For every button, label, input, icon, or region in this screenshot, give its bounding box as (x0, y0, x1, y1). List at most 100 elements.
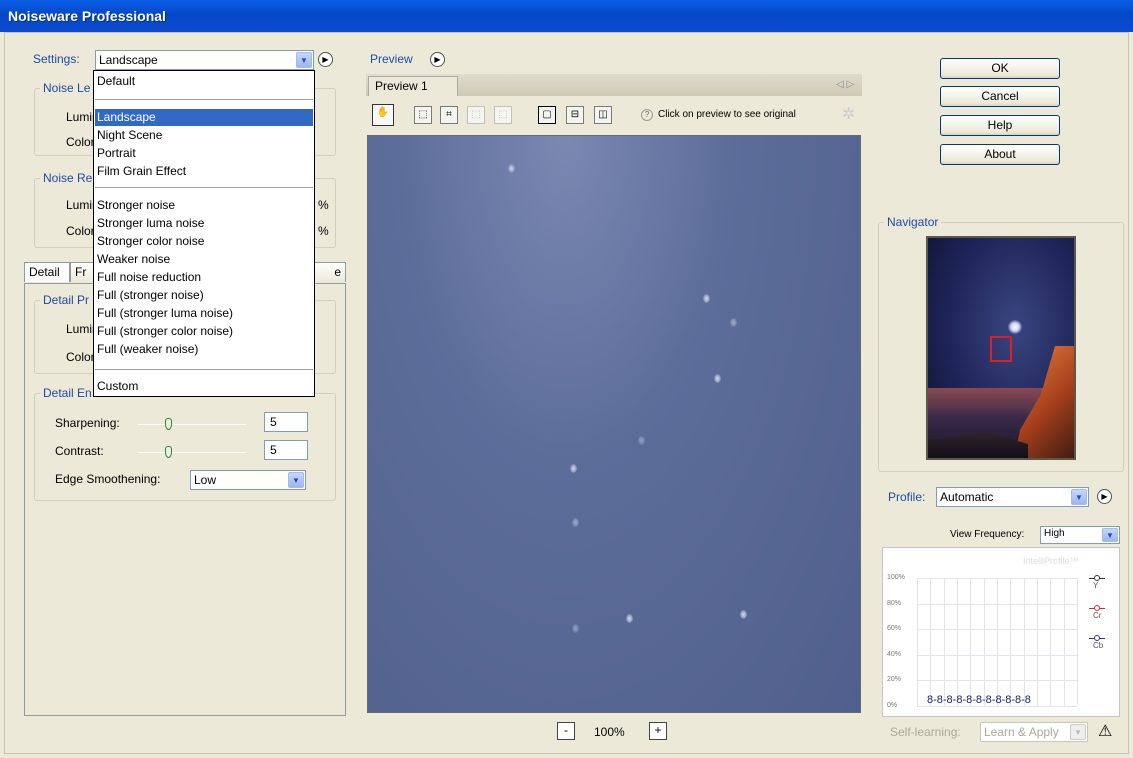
split-vertical-icon[interactable]: ◫ (594, 106, 612, 124)
about-button[interactable]: About (940, 144, 1060, 165)
settings-menu-item[interactable]: Night Scene (95, 127, 313, 144)
moon-glow (1008, 320, 1022, 334)
preview-star (730, 318, 737, 327)
tab-detail[interactable]: Detail (24, 262, 70, 282)
color-percent-unit: % (318, 224, 329, 238)
settings-menu-item[interactable]: Full (stronger color noise) (95, 323, 313, 340)
sharpening-input[interactable]: 5 (264, 412, 308, 432)
settings-menu-item[interactable]: Full (stronger noise) (95, 287, 313, 304)
profile-menu-icon[interactable]: ▶ (1097, 489, 1112, 504)
preview-hint: Click on preview to see original (658, 109, 796, 120)
paste-icon[interactable]: ⬚ (494, 106, 512, 124)
navigator-legend: Navigator (884, 215, 942, 229)
graph-y-tick: 80% (887, 599, 902, 607)
menu-separator (95, 187, 313, 188)
chevron-down-icon[interactable]: ▼ (1102, 528, 1118, 542)
settings-menu-item[interactable]: Landscape (95, 109, 313, 126)
chevron-down-icon[interactable]: ▼ (296, 52, 312, 68)
contrast-input[interactable]: 5 (264, 440, 308, 460)
graph-gridline (970, 578, 972, 706)
graph-gridline (917, 654, 1077, 656)
help-button[interactable]: Help (940, 115, 1060, 136)
graph-gridline (957, 578, 958, 706)
zoom-in-button[interactable]: + (649, 722, 667, 740)
split-horizontal-icon[interactable]: ⊟ (566, 106, 584, 124)
preview-star (638, 436, 645, 445)
profile-select[interactable]: Automatic ▼ (936, 487, 1089, 507)
preview-star (570, 464, 577, 473)
graph-y-tick: 20% (887, 676, 902, 684)
graph-y-tick: 60% (887, 625, 902, 633)
window-title: Noiseware Professional (8, 8, 166, 24)
navigator-viewport-box[interactable] (990, 336, 1012, 362)
learn-apply-select[interactable]: Learn & Apply ▼ (980, 722, 1088, 742)
contrast-slider[interactable] (138, 446, 246, 458)
luma-percent-unit: % (318, 198, 329, 212)
crop-select-icon[interactable]: ⌗ (440, 106, 458, 124)
title-bar: Noiseware Professional (0, 0, 1133, 32)
graph-gridline (917, 629, 1077, 631)
graph-gridline (917, 578, 1077, 579)
chevron-down-icon[interactable]: ▼ (1071, 489, 1087, 505)
help-icon: ? (641, 109, 653, 121)
graph-gridline (1077, 578, 1078, 706)
graph-y-tick: 0% (887, 702, 898, 709)
graph-gridline (917, 578, 918, 706)
preview-star (626, 614, 633, 623)
self-learning-label: Self-learning: (890, 725, 961, 739)
navigator-thumbnail[interactable] (926, 236, 1076, 460)
sharpening-slider[interactable] (138, 418, 246, 430)
graph-y-tick: 100% (887, 574, 905, 581)
settings-menu-item[interactable]: Full (stronger luma noise) (95, 305, 313, 322)
settings-menu-item[interactable]: Stronger luma noise (95, 215, 313, 232)
edge-smoothening-select[interactable]: Low ▼ (190, 470, 306, 490)
preview-star (703, 294, 710, 303)
cancel-button[interactable]: Cancel (940, 86, 1060, 107)
settings-label: Settings: (33, 52, 80, 66)
settings-menu-item[interactable]: Stronger noise (95, 197, 313, 214)
settings-select[interactable]: Landscape ▼ (95, 50, 314, 70)
zoom-out-button[interactable]: - (557, 722, 575, 740)
zoom-level: 100% (594, 725, 625, 739)
single-view-icon[interactable]: ▢ (538, 106, 556, 124)
profile-label: Profile: (888, 490, 926, 504)
preview-menu-icon[interactable]: ▶ (430, 52, 445, 67)
settings-menu-item[interactable]: Default (95, 73, 313, 90)
settings-menu-item[interactable]: Custom (95, 378, 313, 395)
graph-gridline (1050, 578, 1052, 706)
ok-button[interactable]: OK (940, 58, 1060, 79)
profile-graph: IntelliProfile™ 100% 80% 60% 40% 20% 0% Y Cr Cb 8… (882, 547, 1120, 717)
sharpening-slider-thumb[interactable] (165, 418, 172, 430)
settings-menu-item[interactable]: Film Grain Effect (95, 163, 313, 180)
settings-menu-item[interactable]: Weaker noise (95, 251, 313, 268)
tab-scroll-arrows[interactable]: ◁ ▷ (836, 79, 854, 90)
graph-gridline (1037, 578, 1038, 706)
detail-protection-legend: Detail Pr (40, 293, 93, 307)
hand-tool-icon[interactable]: ✋ (372, 104, 394, 126)
chevron-down-icon[interactable]: ▼ (288, 472, 304, 488)
chevron-down-icon[interactable]: ▼ (1070, 724, 1086, 740)
contrast-slider-thumb[interactable] (165, 446, 172, 458)
settings-gear-icon[interactable]: ✲ (842, 104, 855, 124)
view-frequency-select[interactable]: High ▼ (1040, 526, 1120, 544)
frequency-bars[interactable]: 8-8-8-8-8-8-8-8-8-8-8 (927, 694, 1031, 706)
graph-gridline (930, 578, 932, 706)
settings-menu-item[interactable]: Full noise reduction (95, 269, 313, 286)
edge-smoothening-label: Edge Smoothening: (55, 472, 161, 486)
channel-legend-label: Cb (1093, 641, 1104, 650)
graph-gridline (1063, 578, 1065, 706)
tab-preview-1[interactable]: Preview 1 (368, 76, 458, 96)
preview-star (572, 518, 579, 527)
marquee-icon[interactable]: ⬚ (414, 106, 432, 124)
settings-menu-icon[interactable]: ▶ (318, 52, 333, 67)
graph-gridline (997, 578, 998, 706)
graph-gridline (917, 706, 1077, 707)
copy-icon[interactable]: ⬚ (467, 106, 485, 124)
preview-image[interactable] (367, 135, 861, 713)
settings-menu-item[interactable]: Full (weaker noise) (95, 341, 313, 358)
preview-star (508, 164, 515, 173)
settings-menu-item[interactable]: Portrait (95, 145, 313, 162)
graph-gridline (983, 578, 985, 706)
settings-menu-item[interactable]: Stronger color noise (95, 233, 313, 250)
noise-reduction-legend: Noise Re (40, 171, 96, 185)
